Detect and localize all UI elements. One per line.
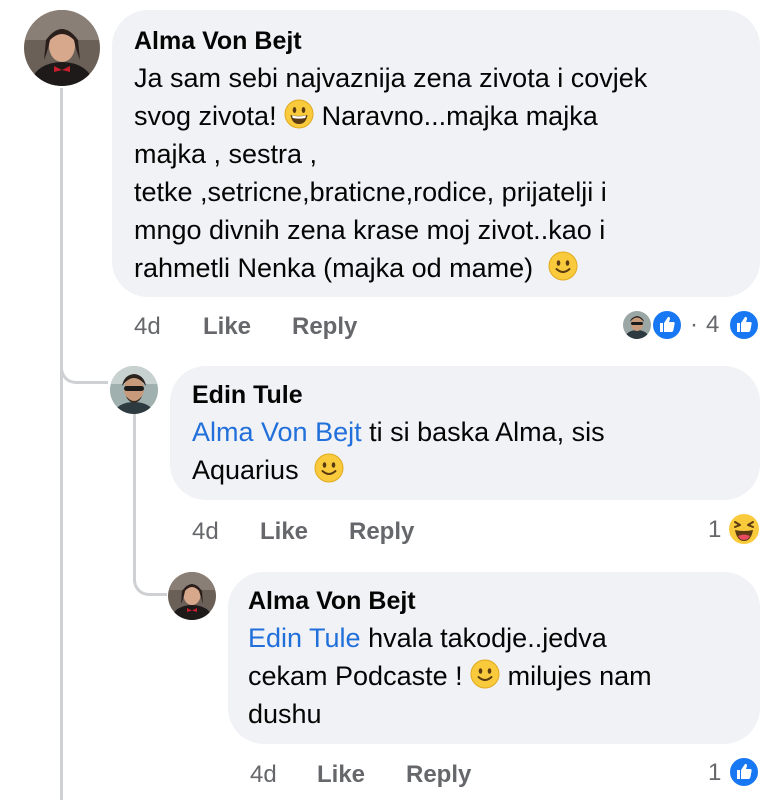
comment-text-part: hvala takodje..jedva: [360, 623, 607, 653]
mention-link[interactable]: Edin Tule: [248, 623, 361, 653]
avatar-edin-tule[interactable]: [110, 366, 158, 414]
like-reaction-icon[interactable]: [728, 309, 760, 341]
smiling-emoji-icon: [314, 453, 344, 483]
comment-bubble: Alma Von Bejt Edin Tule hvala takodje..j…: [228, 572, 760, 744]
comment-author[interactable]: Alma Von Bejt: [134, 26, 738, 56]
grinning-emoji-icon: [284, 99, 314, 129]
smiling-emoji-icon: [548, 251, 578, 281]
comment-line: mngo divnih zena krase moj zivot..kao i: [134, 215, 606, 245]
comment-line: rahmetli Nenka (majka od mame): [134, 253, 534, 283]
avatar-alma-von-bejt[interactable]: [24, 10, 100, 86]
comment-text: Edin Tule hvala takodje..jedva cekam Pod…: [248, 619, 740, 733]
comment-age[interactable]: 4d: [134, 312, 161, 342]
comment-text-part: ti si baska Alma, sis: [361, 417, 605, 447]
thread-line-reply-1: [133, 412, 136, 582]
comment-line: majka , sestra ,: [134, 139, 318, 169]
reply-button[interactable]: Reply: [349, 517, 414, 547]
comment-text: Ja sam sebi najvaznija zena zivota i cov…: [134, 59, 738, 287]
comment-line: tetke ,setricne,braticne,rodice, prijate…: [134, 177, 607, 207]
reply-button[interactable]: Reply: [292, 312, 357, 342]
comment-actions: 4d Like Reply: [250, 760, 650, 790]
thread-connector-reply-1: [60, 340, 108, 384]
comment-actions: 4d Like Reply: [134, 312, 534, 342]
comment-text-part: cekam Podcaste !: [248, 661, 463, 691]
comment-text-part: milujes nam: [500, 661, 652, 691]
comment-line: Ja sam sebi najvaznija zena zivota i cov…: [134, 63, 648, 93]
like-reaction-icon[interactable]: [728, 756, 760, 788]
smiling-emoji-icon: [470, 659, 500, 689]
comment-bubble: Alma Von Bejt Ja sam sebi najvaznija zen…: [112, 10, 760, 297]
comment-text-part: Aquarius: [192, 455, 299, 485]
comment-author[interactable]: Alma Von Bejt: [248, 586, 740, 616]
like-button[interactable]: Like: [203, 312, 251, 342]
comment-age[interactable]: 4d: [192, 517, 219, 547]
like-reaction-icon[interactable]: [651, 309, 683, 341]
comment-text: Alma Von Bejt ti si baska Alma, sis Aqua…: [192, 413, 738, 489]
mention-link[interactable]: Alma Von Bejt: [192, 417, 362, 447]
reaction-separator: ·: [690, 311, 698, 338]
avatar-alma-von-bejt[interactable]: [168, 572, 216, 620]
reply-button[interactable]: Reply: [406, 760, 471, 790]
comment-text-part: dushu: [248, 699, 322, 729]
reaction-count[interactable]: 1: [708, 758, 721, 788]
comment-line: svog zivota!: [134, 101, 277, 131]
laughing-reaction-icon[interactable]: [727, 512, 761, 546]
like-button[interactable]: Like: [317, 760, 365, 790]
reactor-avatar[interactable]: [623, 311, 651, 339]
comment-actions: 4d Like Reply: [192, 517, 592, 547]
comment-line: Naravno...majka majka: [321, 101, 598, 131]
thread-connector-reply-2: [133, 560, 167, 596]
comment-age[interactable]: 4d: [250, 760, 277, 790]
comment-author[interactable]: Edin Tule: [192, 380, 738, 410]
like-button[interactable]: Like: [260, 517, 308, 547]
reaction-count[interactable]: 4: [706, 310, 719, 340]
thread-line-main: [60, 88, 63, 800]
comment-bubble: Edin Tule Alma Von Bejt ti si baska Alma…: [170, 366, 760, 500]
reaction-count[interactable]: 1: [708, 515, 721, 545]
